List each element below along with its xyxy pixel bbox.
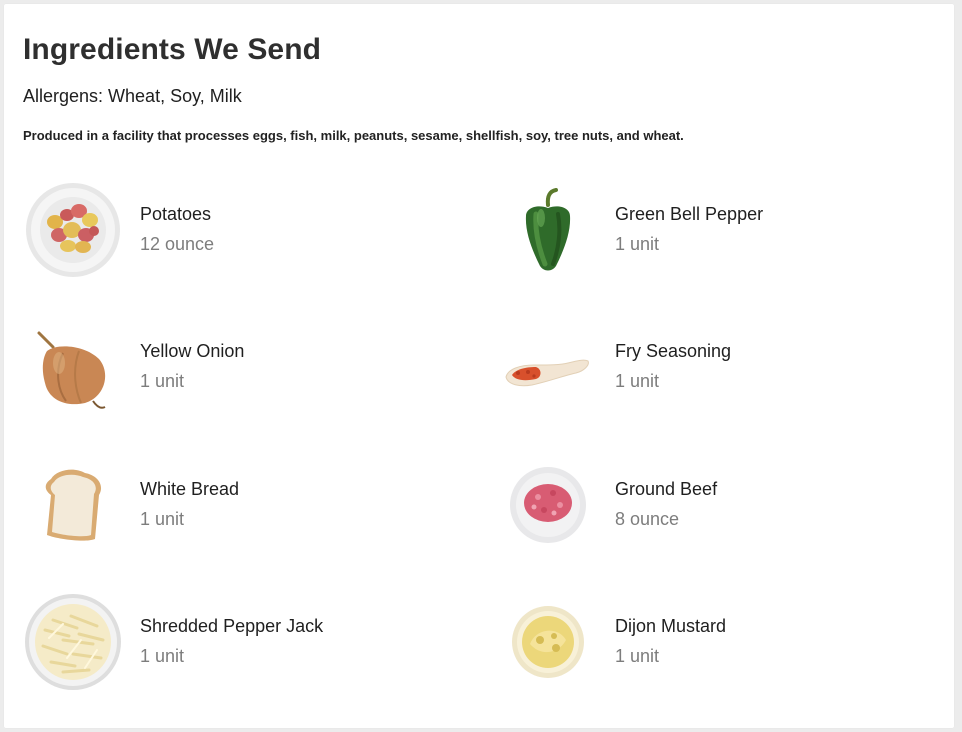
section-title: Ingredients We Send — [23, 33, 322, 66]
ingredient-item-white-bread: White Bread 1 unit — [23, 455, 483, 555]
dijon-mustard-icon — [498, 592, 598, 692]
potatoes-icon — [23, 180, 123, 280]
ingredient-amount: 1 unit — [615, 234, 660, 254]
ingredient-amount: 1 unit — [140, 509, 185, 529]
ingredient-amount: 1 unit — [615, 646, 660, 666]
ingredient-item-shredded-pepper-jack: Shredded Pepper Jack 1 unit — [23, 592, 483, 692]
ingredient-name: Green Bell Pepper — [615, 204, 764, 224]
green-bell-pepper-icon — [498, 180, 598, 280]
fry-seasoning-icon — [498, 317, 598, 417]
yellow-onion-icon — [23, 317, 123, 417]
ingredient-name: Dijon Mustard — [615, 616, 727, 636]
allergens-text: Allergens: Wheat, Soy, Milk — [23, 86, 242, 106]
ingredient-amount: 1 unit — [140, 371, 185, 391]
ground-beef-icon — [498, 455, 598, 555]
ingredient-name: White Bread — [140, 479, 240, 499]
ingredient-item-fry-seasoning: Fry Seasoning 1 unit — [498, 317, 958, 417]
ingredient-name: Shredded Pepper Jack — [140, 616, 324, 636]
ingredient-amount: 8 ounce — [615, 509, 680, 529]
ingredient-item-ground-beef: Ground Beef 8 ounce — [498, 455, 958, 555]
ingredient-name: Fry Seasoning — [615, 341, 732, 361]
ingredient-amount: 1 unit — [140, 646, 185, 666]
ingredients-card: Ingredients We Send Allergens: Wheat, So… — [4, 4, 954, 728]
ingredient-name: Yellow Onion — [140, 341, 245, 361]
facility-note: Produced in a facility that processes eg… — [23, 128, 684, 143]
shredded-pepper-jack-icon — [23, 592, 123, 692]
ingredient-item-yellow-onion: Yellow Onion 1 unit — [23, 317, 483, 417]
ingredient-item-dijon-mustard: Dijon Mustard 1 unit — [498, 592, 958, 692]
ingredient-name: Ground Beef — [615, 479, 718, 499]
ingredient-item-green-bell-pepper: Green Bell Pepper 1 unit — [498, 180, 958, 280]
ingredient-item-potatoes: Potatoes 12 ounce — [23, 180, 483, 280]
ingredient-name: Potatoes — [140, 204, 212, 224]
ingredient-amount: 12 ounce — [140, 234, 215, 254]
white-bread-icon — [23, 455, 123, 555]
ingredient-amount: 1 unit — [615, 371, 660, 391]
